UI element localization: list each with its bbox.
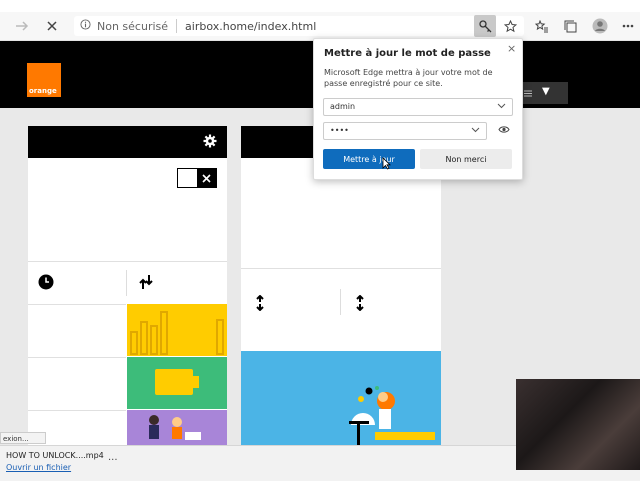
- chevron-down-icon: [471, 127, 480, 133]
- upload-icon: [256, 295, 264, 311]
- close-icon: [202, 174, 211, 183]
- woman-illustration: [349, 386, 435, 445]
- more-icon[interactable]: [618, 16, 638, 36]
- wifi-toggle[interactable]: [177, 168, 217, 188]
- download-more-button[interactable]: ...: [108, 452, 118, 463]
- tile-blue[interactable]: [241, 351, 441, 445]
- tile-yellow[interactable]: [127, 304, 227, 356]
- status-tooltip: exion...: [0, 432, 46, 444]
- brand-text: orange: [29, 87, 57, 95]
- password-value: ••••: [330, 126, 349, 135]
- update-password-button[interactable]: Mettre à jour: [323, 149, 415, 169]
- username-value: admin: [330, 102, 356, 111]
- settings-card: [28, 126, 227, 446]
- info-icon[interactable]: [80, 19, 91, 33]
- clock-icon: [38, 274, 54, 290]
- username-select[interactable]: admin: [323, 98, 513, 116]
- password-select[interactable]: ••••: [323, 122, 487, 140]
- caret-down-icon: ▼: [542, 86, 550, 97]
- security-label: Non sécurisé: [97, 19, 169, 33]
- webcam-overlay: [516, 379, 640, 470]
- chevron-down-icon: [497, 103, 506, 109]
- open-file-link[interactable]: Ouvrir un fichier: [6, 463, 71, 472]
- bar-graphic: [130, 311, 224, 355]
- toggle-knob: [197, 169, 216, 187]
- window-top-strip: [0, 0, 640, 12]
- row-divider: [126, 270, 127, 296]
- cursor-icon: [382, 157, 391, 170]
- download-icon: [356, 295, 364, 311]
- tile-blank-2: [28, 357, 126, 410]
- address-divider: [176, 19, 178, 33]
- star-icon[interactable]: [500, 16, 520, 36]
- close-icon[interactable]: ×: [507, 42, 516, 55]
- transfer-row: [241, 268, 441, 351]
- stats-row: [28, 261, 227, 304]
- list-icon: [524, 90, 532, 97]
- profile-icon[interactable]: [590, 16, 610, 36]
- tile-blank-1: [28, 304, 126, 357]
- gear-icon[interactable]: [203, 134, 217, 148]
- browser-toolbar: Non sécurisé airbox.home/index.html: [0, 12, 640, 41]
- forward-icon[interactable]: [12, 16, 32, 36]
- password-update-popup: Mettre à jour le mot de passe × Microsof…: [313, 38, 523, 180]
- tile-green[interactable]: [127, 357, 227, 409]
- key-icon[interactable]: [474, 15, 496, 37]
- people-illustration: [149, 415, 201, 440]
- popup-description: Microsoft Edge mettra à jour votre mot d…: [324, 68, 493, 88]
- download-filename[interactable]: HOW TO UNLOCK....mp4: [6, 451, 104, 460]
- stop-icon[interactable]: [42, 16, 62, 36]
- popup-title: Mettre à jour le mot de passe: [324, 48, 491, 59]
- settings-card-header: [28, 126, 227, 158]
- favorites-icon[interactable]: [531, 16, 551, 36]
- no-thanks-button[interactable]: Non merci: [420, 149, 512, 169]
- tile-purple[interactable]: [127, 410, 227, 445]
- orange-logo[interactable]: orange: [27, 63, 61, 97]
- row-divider: [340, 289, 341, 315]
- battery-icon: [155, 369, 199, 395]
- transfer-icon: [139, 275, 153, 289]
- reveal-password-icon[interactable]: [498, 125, 510, 134]
- url-text[interactable]: airbox.home/index.html: [185, 20, 316, 33]
- address-bar[interactable]: Non sécurisé airbox.home/index.html: [74, 16, 524, 36]
- collections-icon[interactable]: [560, 16, 580, 36]
